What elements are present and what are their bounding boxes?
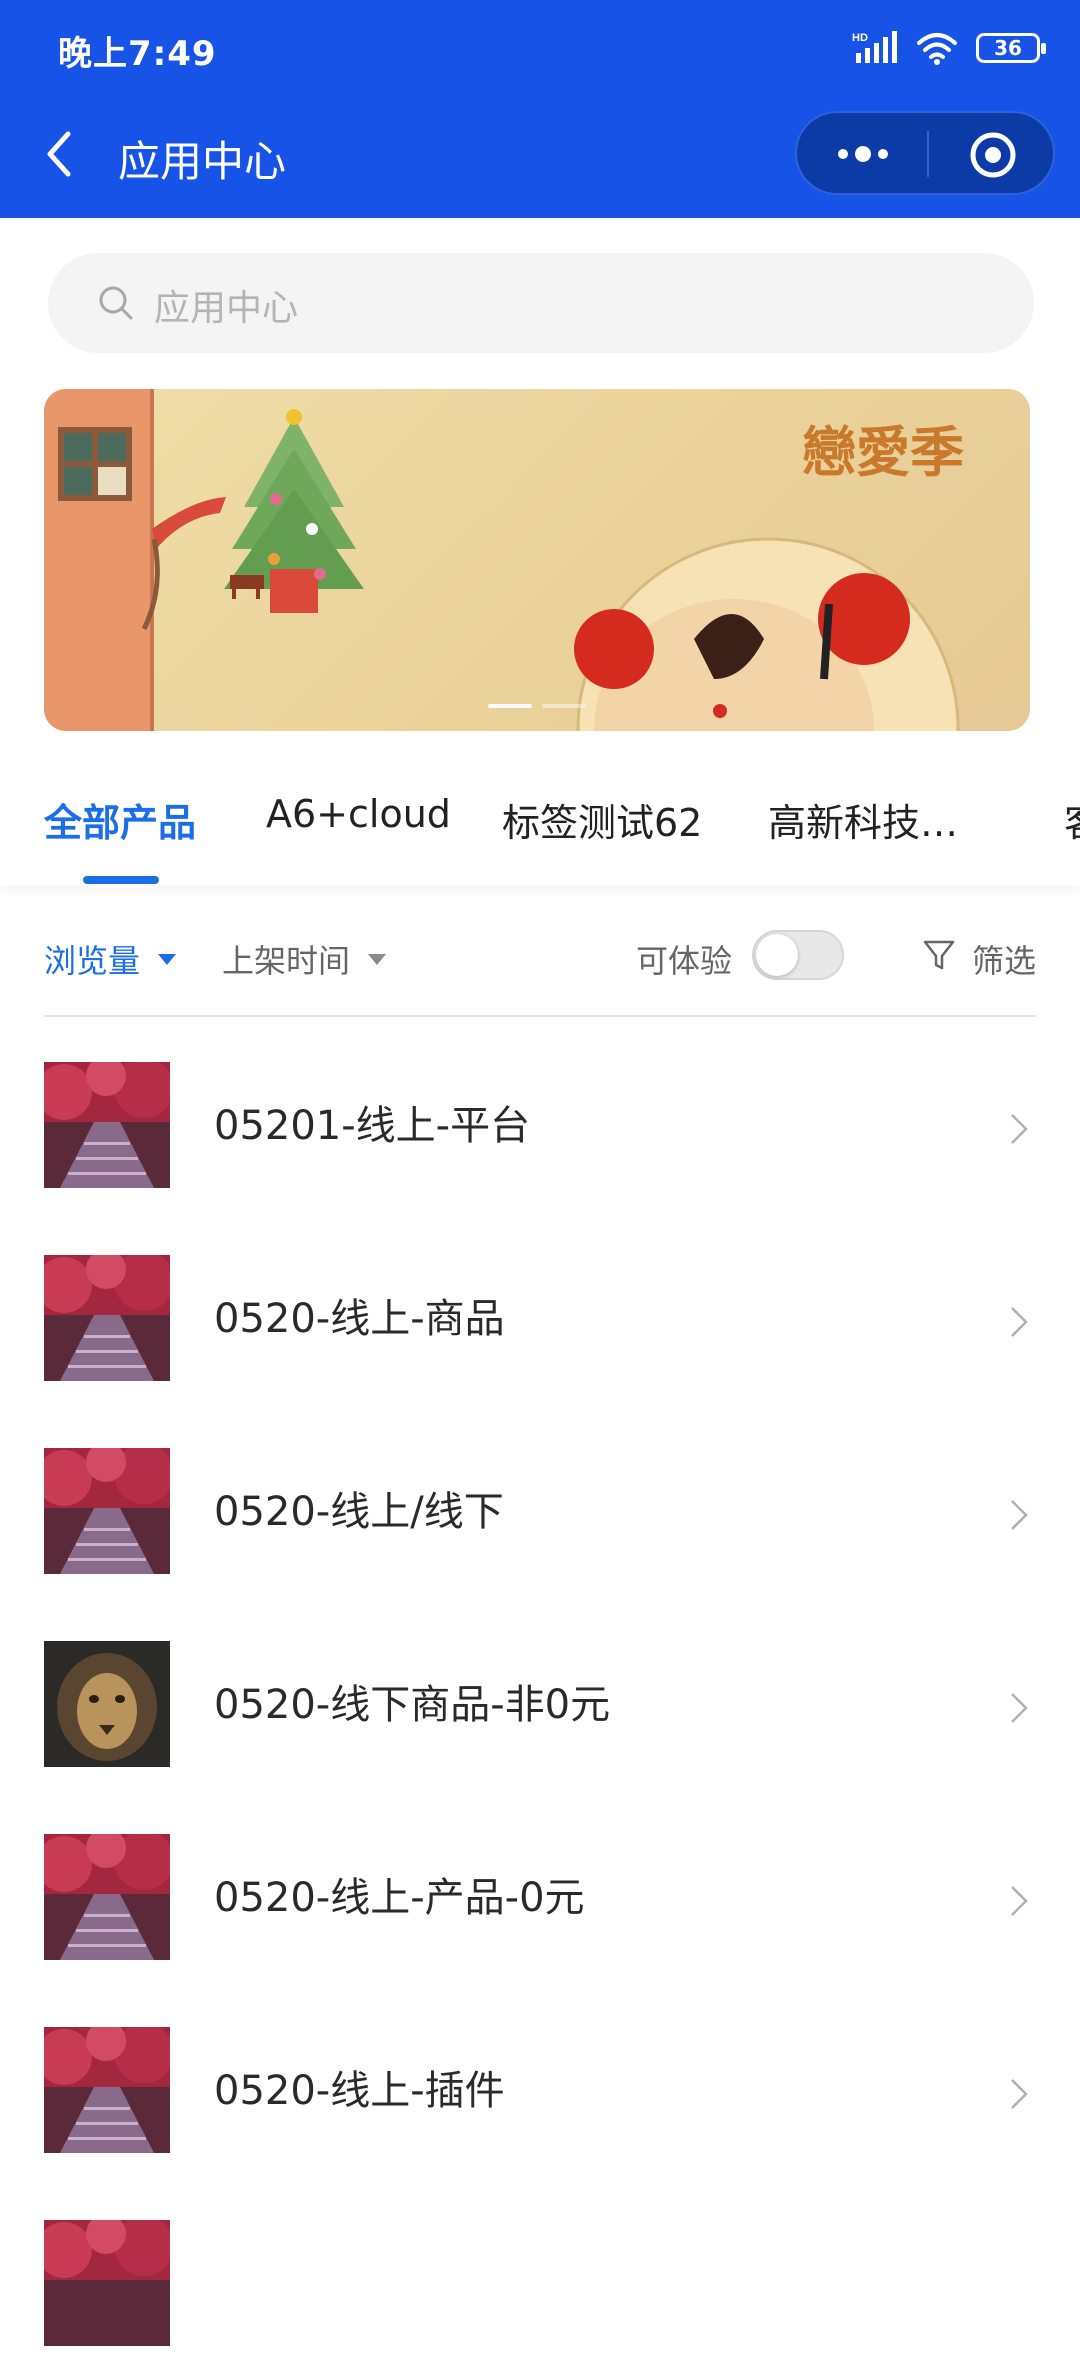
list-item[interactable]: 05201-线上-平台 — [0, 1017, 1080, 1210]
sort-views-label: 浏览量 — [44, 942, 141, 980]
tab-high-tech[interactable]: 高新科技… — [768, 792, 958, 847]
product-title: 0520-线上-商品 — [214, 1296, 505, 1342]
target-circle-icon[interactable] — [967, 129, 1019, 181]
status-icons: HD 36 — [852, 28, 1046, 68]
battery-icon: 36 — [976, 33, 1046, 63]
chevron-right-icon — [1011, 1693, 1028, 1723]
product-thumbnail — [44, 1448, 170, 1574]
banner-illustration: 戀愛季 — [44, 389, 964, 731]
more-dots-icon[interactable] — [831, 135, 895, 173]
sort-by-views[interactable]: 浏览量 — [44, 936, 177, 982]
banner-pagination — [488, 704, 586, 708]
caret-down-icon — [368, 953, 387, 965]
tab-overflow[interactable]: 客 — [1064, 792, 1080, 847]
trial-label: 可体验 — [636, 942, 733, 980]
list-item[interactable]: 0520-线下商品-非0元 — [0, 1596, 1080, 1789]
status-time: 晚上7:49 — [58, 34, 217, 74]
product-thumbnail — [44, 2220, 170, 2346]
search-icon — [99, 286, 133, 320]
chevron-right-icon — [1011, 2079, 1028, 2109]
category-tabs: 全部产品 A6+cloud 标签测试62 高新科技… 客 — [0, 748, 1080, 886]
chevron-right-icon — [1011, 1500, 1028, 1530]
filter-button[interactable]: 筛选 — [972, 936, 1036, 982]
product-thumbnail — [44, 2027, 170, 2153]
search-input[interactable]: 应用中心 — [48, 253, 1034, 353]
chevron-right-icon — [1011, 1307, 1028, 1337]
mini-program-capsule — [795, 111, 1055, 195]
search-placeholder: 应用中心 — [154, 288, 299, 329]
product-title: 0520-线上-产品-0元 — [214, 1875, 585, 1921]
network-type-label: HD — [852, 32, 868, 44]
list-item[interactable]: 0520-线上-商品 — [0, 1210, 1080, 1403]
wifi-icon — [917, 33, 957, 65]
banner-dot-2[interactable] — [542, 704, 586, 708]
chevron-right-icon — [1011, 1114, 1028, 1144]
list-item[interactable]: 0520-线上-产品-0元 — [0, 1789, 1080, 1982]
product-thumbnail — [44, 1255, 170, 1381]
product-list: 05201-线上-平台 0520-线上-商品 0520-线上/线下 0520-线… — [0, 1017, 1080, 2368]
filter-bar: 浏览量 上架时间 可体验 筛选 — [0, 886, 1080, 1017]
tab-all-products[interactable]: 全部产品 — [44, 792, 196, 847]
capsule-divider — [927, 131, 929, 177]
caret-down-icon — [158, 953, 177, 965]
chevron-left-icon[interactable] — [40, 124, 80, 184]
chevron-right-icon — [1011, 1886, 1028, 1916]
product-title: 0520-线下商品-非0元 — [214, 1682, 611, 1728]
list-item[interactable]: 0520-线上/线下 — [0, 1403, 1080, 1596]
product-thumbnail — [44, 1062, 170, 1188]
app-header: 晚上7:49 HD 36 应用中心 — [0, 0, 1080, 218]
active-tab-indicator — [83, 876, 159, 884]
trial-toggle[interactable] — [752, 930, 844, 980]
tab-tag-test[interactable]: 标签测试62 — [502, 792, 702, 847]
signal-icon: HD — [852, 31, 897, 63]
tab-a6-cloud[interactable]: A6+cloud — [266, 792, 451, 836]
list-item[interactable] — [0, 2175, 1080, 2368]
promo-banner[interactable]: 戀愛季 — [44, 389, 1030, 731]
product-thumbnail — [44, 1834, 170, 1960]
banner-title: 戀愛季 — [802, 421, 964, 484]
banner-dot-1[interactable] — [488, 704, 532, 708]
toggle-knob — [756, 934, 798, 976]
product-title: 05201-线上-平台 — [214, 1103, 531, 1149]
filter-funnel-icon[interactable] — [922, 938, 956, 972]
sort-time-label: 上架时间 — [222, 942, 351, 980]
list-item[interactable]: 0520-线上-插件 — [0, 1982, 1080, 2175]
product-title: 0520-线上-插件 — [214, 2068, 505, 2114]
product-thumbnail — [44, 1641, 170, 1767]
sort-by-time[interactable]: 上架时间 — [222, 936, 387, 982]
page-title: 应用中心 — [118, 137, 287, 186]
product-title: 0520-线上/线下 — [214, 1489, 504, 1535]
